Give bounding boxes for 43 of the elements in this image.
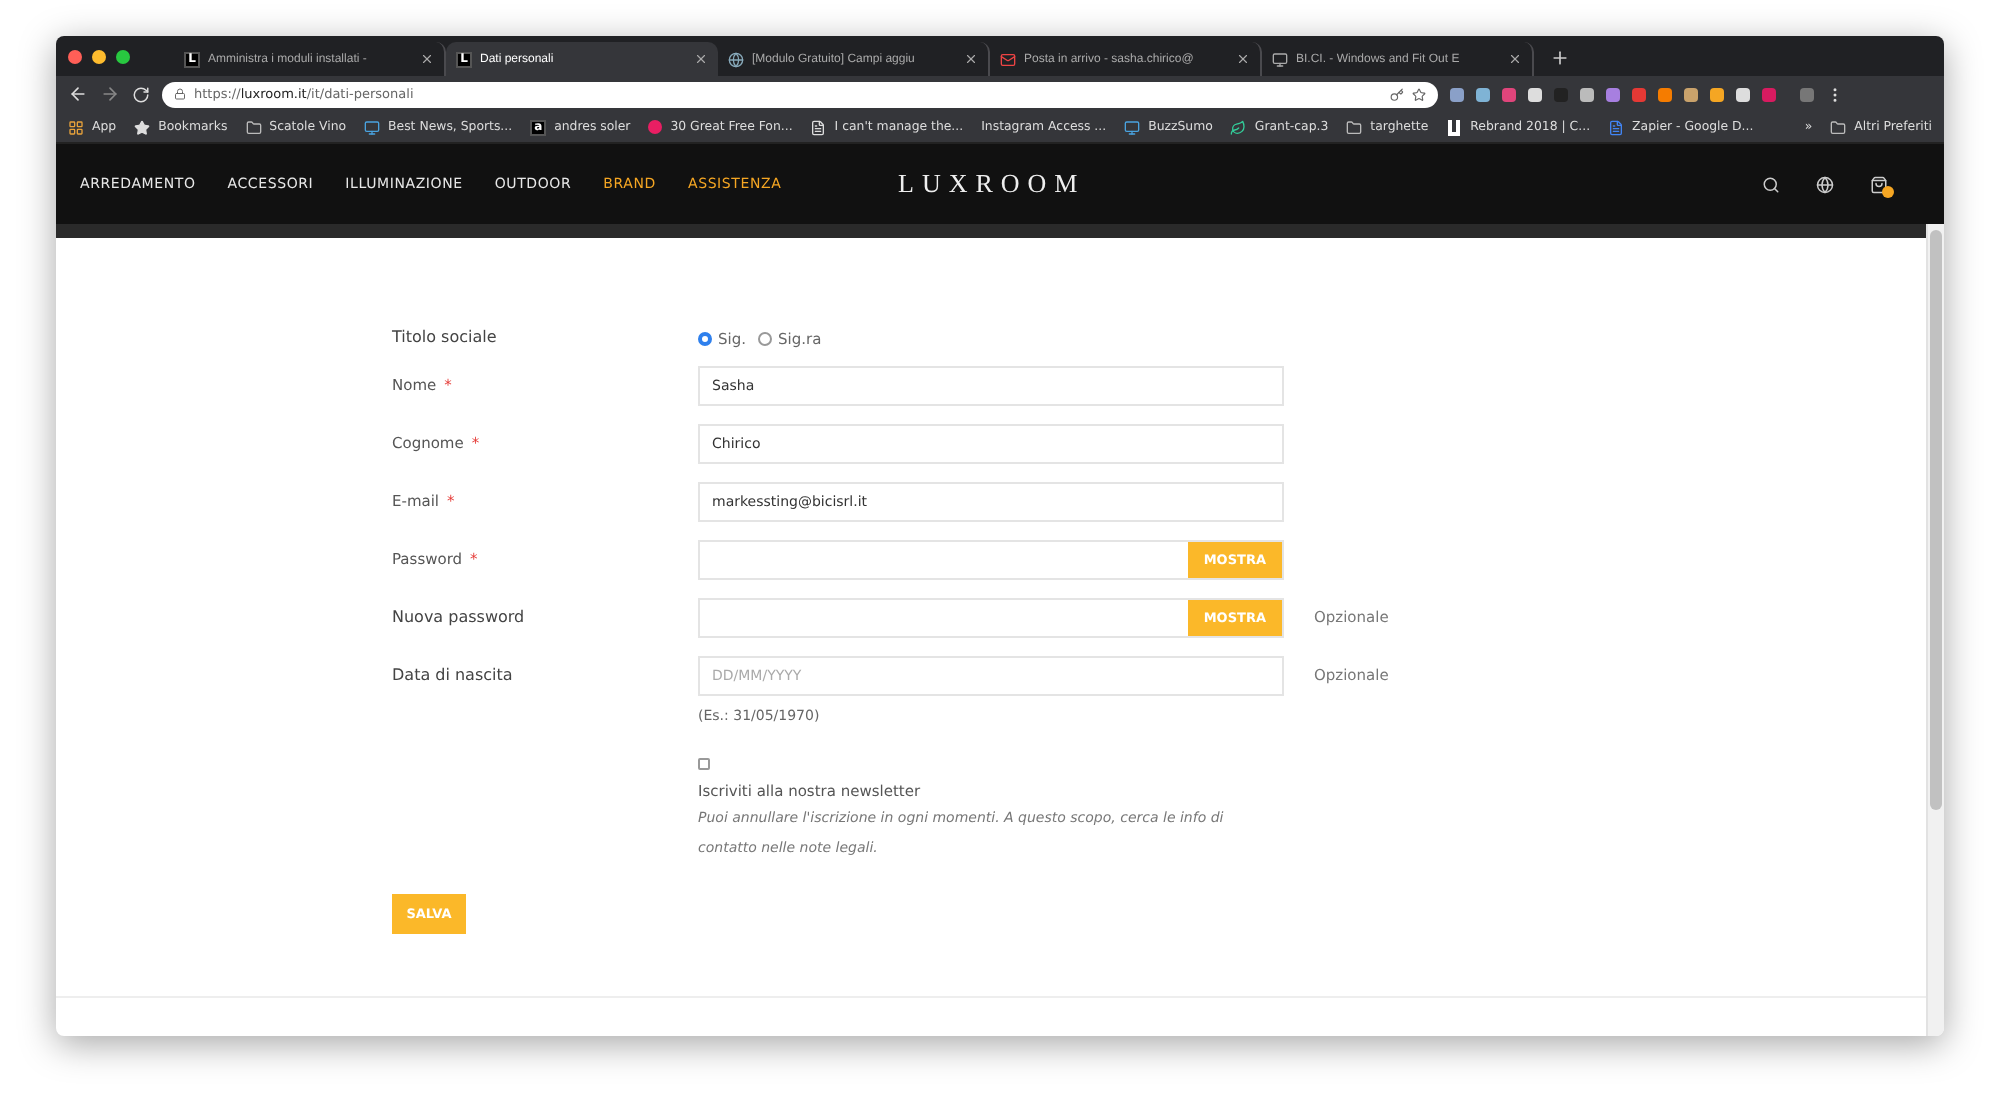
star-icon [134, 119, 151, 135]
page-icon [810, 119, 827, 135]
field-label: Titolo sociale [392, 326, 499, 346]
close-icon[interactable] [420, 52, 434, 66]
field-label: Data di nascita [392, 664, 515, 684]
zoom-button[interactable] [116, 49, 130, 63]
lock-icon [174, 88, 186, 100]
star-icon[interactable] [1412, 87, 1426, 101]
folder-icon [245, 119, 262, 135]
folder-icon [1830, 119, 1847, 135]
newsletter-checkbox[interactable] [698, 758, 710, 770]
doc-icon [1608, 119, 1625, 135]
bag-icon[interactable] [1870, 175, 1888, 193]
page-icon [1272, 51, 1288, 67]
key-icon[interactable] [1390, 87, 1404, 101]
close-icon[interactable] [964, 52, 978, 66]
site-icon [364, 119, 381, 135]
folder-icon [1346, 119, 1363, 135]
profile-icon[interactable] [1800, 87, 1814, 101]
apps-icon [68, 119, 84, 135]
globe-icon[interactable] [1816, 175, 1834, 193]
search-icon[interactable] [1762, 175, 1780, 193]
scrollbar[interactable] [1926, 224, 1944, 1036]
scrollbar-thumb[interactable] [1930, 230, 1942, 810]
mail-icon [1000, 51, 1016, 67]
close-icon[interactable] [1508, 52, 1522, 66]
close-icon[interactable] [1236, 52, 1250, 66]
radio-button[interactable] [758, 332, 772, 346]
reload-icon[interactable] [132, 85, 150, 103]
field-label: Nuova password [392, 606, 527, 626]
leaf-icon [1230, 119, 1247, 135]
site-icon [1124, 119, 1141, 135]
cart-badge [1882, 185, 1894, 197]
favicon-icon [648, 120, 663, 134]
back-icon[interactable] [68, 84, 88, 104]
radio-button[interactable] [698, 332, 712, 346]
close-window-button[interactable] [68, 49, 82, 63]
minimize-button[interactable] [92, 49, 106, 63]
close-icon[interactable] [694, 52, 708, 66]
new-tab-icon[interactable] [1550, 48, 1570, 68]
forward-icon[interactable] [100, 84, 120, 104]
globe-icon [728, 51, 744, 67]
site-logo[interactable]: LUXROOM [898, 168, 1086, 200]
